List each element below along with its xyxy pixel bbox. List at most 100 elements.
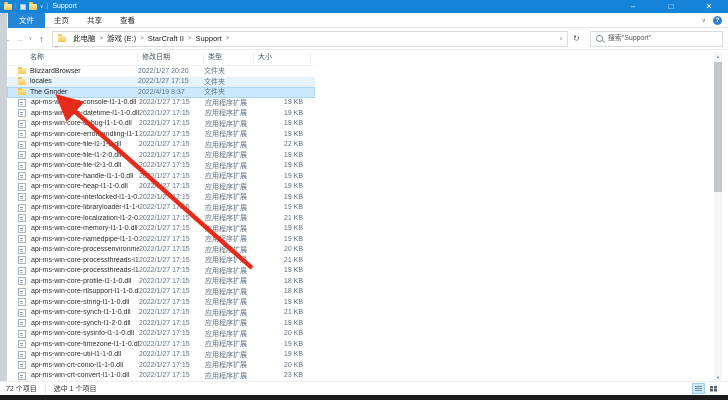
file-row[interactable]: api-ms-win-crt-convert-l1-1-0.dll 2022/1… bbox=[7, 371, 315, 382]
file-date-modified: 2022/1/27 17:15 bbox=[139, 351, 205, 358]
file-date-modified: 2022/1/27 17:15 bbox=[138, 78, 204, 85]
quick-access-toolbar: | ∨ | bbox=[0, 0, 48, 13]
file-row[interactable]: api-ms-win-core-synch-l1-2-0.dll 2022/1/… bbox=[7, 318, 315, 329]
file-date-modified: 2022/1/27 17:15 bbox=[139, 246, 205, 253]
breadcrumb-item[interactable]: 此电脑 bbox=[70, 33, 99, 44]
file-name: The Grinder bbox=[30, 89, 138, 96]
file-row[interactable]: api-ms-win-core-synch-l1-1-0.dll 2022/1/… bbox=[7, 308, 315, 319]
icons-view-button[interactable] bbox=[707, 383, 720, 394]
file-type: 应用程序扩展 bbox=[205, 276, 255, 286]
scroll-up-icon[interactable]: ▲ bbox=[714, 52, 722, 61]
file-type: 应用程序扩展 bbox=[205, 98, 255, 108]
file-size: 21 KB bbox=[255, 309, 310, 316]
file-name: api-ms-win-core-profile-l1-1-0.dll bbox=[31, 278, 139, 285]
help-icon[interactable]: ? bbox=[713, 16, 722, 25]
breadcrumb-chevron-icon[interactable]: > bbox=[225, 36, 231, 42]
file-row[interactable]: api-ms-win-core-rtlsupport-l1-1-0.dll 20… bbox=[7, 287, 315, 298]
file-row[interactable]: api-ms-win-core-libraryloader-l1-1-0... … bbox=[7, 203, 315, 214]
file-type-icon bbox=[18, 120, 26, 128]
file-type: 应用程序扩展 bbox=[205, 318, 255, 328]
file-row[interactable]: api-ms-win-core-debug-l1-1-0.dll 2022/1/… bbox=[7, 119, 315, 130]
tab-home[interactable]: 主页 bbox=[45, 13, 78, 28]
qat-new-folder-icon[interactable] bbox=[29, 4, 37, 10]
file-size: 19 KB bbox=[255, 204, 310, 211]
file-type-icon bbox=[18, 319, 26, 327]
file-name: api-ms-win-core-sysinfo-l1-1-0.dll bbox=[31, 330, 139, 337]
address-box[interactable]: 此电脑>游戏 (E:)>StarCraft II>Support> ∨ bbox=[52, 31, 568, 47]
ribbon-tabs: 文件 主页 共享 查看 ∨ ? bbox=[0, 13, 728, 28]
file-row[interactable]: api-ms-win-core-timezone-l1-1-0.dll 2022… bbox=[7, 339, 315, 350]
minimize-button[interactable]: – bbox=[614, 0, 652, 13]
breadcrumb-item[interactable]: StarCraft II bbox=[145, 34, 187, 43]
file-row[interactable]: api-ms-win-core-processthreads-l1-1... 2… bbox=[7, 266, 315, 277]
tab-view[interactable]: 查看 bbox=[111, 13, 144, 28]
file-row[interactable]: api-ms-win-core-file-l2-1-0.dll 2022/1/2… bbox=[7, 161, 315, 172]
file-name: api-ms-win-core-processthreads-l1-1... bbox=[31, 257, 139, 264]
file-name: api-ms-win-core-localization-l1-2-0.dll bbox=[31, 215, 139, 222]
column-header-type[interactable]: 类型 bbox=[204, 52, 254, 63]
ribbon-collapse-chevron-icon[interactable]: ∨ bbox=[702, 17, 706, 24]
qat-customize-chevron-icon[interactable]: ∨ bbox=[40, 4, 44, 10]
recent-locations-chevron-icon[interactable]: ∨ bbox=[26, 36, 35, 42]
file-row[interactable]: api-ms-win-core-handle-l1-1-0.dll 2022/1… bbox=[7, 171, 315, 182]
file-row[interactable]: api-ms-win-core-processenvironmen... 202… bbox=[7, 245, 315, 256]
file-row[interactable]: api-ms-win-core-sysinfo-l1-1-0.dll 2022/… bbox=[7, 329, 315, 340]
file-size: 19 KB bbox=[255, 162, 310, 169]
qat-properties-icon[interactable] bbox=[20, 4, 26, 10]
file-name: api-ms-win-core-heap-l1-1-0.dll bbox=[31, 183, 139, 190]
vertical-scrollbar[interactable]: ▲ ▼ bbox=[714, 52, 722, 382]
file-row[interactable]: api-ms-win-core-namedpipe-l1-1-0.dll 202… bbox=[7, 234, 315, 245]
file-date-modified: 2022/1/27 17:15 bbox=[139, 320, 205, 327]
file-type-icon bbox=[18, 172, 26, 180]
address-dropdown-chevron-icon[interactable]: ∨ bbox=[559, 36, 567, 42]
file-row[interactable]: api-ms-win-core-processthreads-l1-1... 2… bbox=[7, 255, 315, 266]
file-row[interactable]: api-ms-win-core-interlocked-l1-1-0.dll 2… bbox=[7, 192, 315, 203]
file-row[interactable]: The Grinder 2022/4/19 8:37 文件夹 bbox=[7, 87, 315, 98]
file-name: api-ms-win-core-processthreads-l1-1... bbox=[31, 267, 139, 274]
file-size: 19 KB bbox=[255, 131, 310, 138]
details-view-icon bbox=[695, 386, 702, 391]
close-button[interactable]: ✕ bbox=[690, 0, 728, 13]
refresh-icon[interactable]: ↻ bbox=[568, 34, 585, 43]
breadcrumb-item[interactable]: Support bbox=[192, 34, 224, 43]
file-row[interactable]: api-ms-win-core-localization-l1-2-0.dll … bbox=[7, 213, 315, 224]
file-name: api-ms-win-core-file-l1-2-0.dll bbox=[31, 152, 139, 159]
file-name: api-ms-win-core-memory-l1-1-0.dll bbox=[31, 225, 139, 232]
file-type-icon bbox=[18, 130, 26, 138]
file-row[interactable]: api-ms-win-core-string-l1-1-0.dll 2022/1… bbox=[7, 297, 315, 308]
file-date-modified: 2022/1/27 17:15 bbox=[139, 236, 205, 243]
file-row[interactable]: api-ms-win-core-console-l1-1-0.dll 2022/… bbox=[7, 98, 315, 109]
file-name: api-ms-win-core-timezone-l1-1-0.dll bbox=[31, 341, 139, 348]
file-type: 应用程序扩展 bbox=[205, 308, 255, 318]
up-icon[interactable]: ↑ bbox=[35, 34, 48, 44]
tab-share[interactable]: 共享 bbox=[78, 13, 111, 28]
file-row[interactable]: api-ms-win-core-memory-l1-1-0.dll 2022/1… bbox=[7, 224, 315, 235]
file-row[interactable]: api-ms-win-core-util-l1-1-0.dll 2022/1/2… bbox=[7, 350, 315, 361]
file-name: api-ms-win-core-errorhandling-l1-1... bbox=[31, 131, 139, 138]
breadcrumb-item[interactable]: 游戏 (E:) bbox=[104, 33, 139, 44]
column-header-size[interactable]: 大小 bbox=[254, 52, 311, 63]
search-box[interactable] bbox=[590, 31, 723, 47]
file-row[interactable]: api-ms-win-core-file-l1-2-0.dll 2022/1/2… bbox=[7, 150, 315, 161]
file-row[interactable]: api-ms-win-crt-conio-l1-1-0.dll 2022/1/2… bbox=[7, 360, 315, 371]
file-date-modified: 2022/1/27 17:15 bbox=[139, 110, 205, 117]
file-row[interactable]: locales 2022/1/27 17:15 文件夹 bbox=[7, 77, 315, 88]
file-size: 19 KB bbox=[255, 120, 310, 127]
details-view-button[interactable] bbox=[692, 383, 705, 394]
file-row[interactable]: api-ms-win-core-file-l1-1-0.dll 2022/1/2… bbox=[7, 140, 315, 151]
file-row[interactable]: api-ms-win-core-errorhandling-l1-1... 20… bbox=[7, 129, 315, 140]
file-row[interactable]: BlizzardBrowser 2022/1/27 20:20 文件夹 bbox=[7, 66, 315, 77]
forward-icon[interactable]: → bbox=[13, 34, 26, 44]
desktop-edge-sliver bbox=[0, 13, 7, 381]
file-date-modified: 2022/1/27 17:15 bbox=[139, 194, 205, 201]
file-date-modified: 2022/1/27 17:15 bbox=[139, 162, 205, 169]
column-header-date[interactable]: 修改日期 bbox=[138, 52, 204, 63]
scrollbar-thumb[interactable] bbox=[714, 62, 722, 192]
column-header-name[interactable]: 名称 bbox=[7, 52, 138, 63]
tab-file[interactable]: 文件 bbox=[8, 13, 45, 28]
file-row[interactable]: api-ms-win-core-profile-l1-1-0.dll 2022/… bbox=[7, 276, 315, 287]
maximize-button[interactable]: □ bbox=[652, 0, 690, 13]
file-row[interactable]: api-ms-win-core-heap-l1-1-0.dll 2022/1/2… bbox=[7, 182, 315, 193]
file-row[interactable]: api-ms-win-core-datetime-l1-1-0.dll 2022… bbox=[7, 108, 315, 119]
search-input[interactable] bbox=[606, 34, 722, 43]
